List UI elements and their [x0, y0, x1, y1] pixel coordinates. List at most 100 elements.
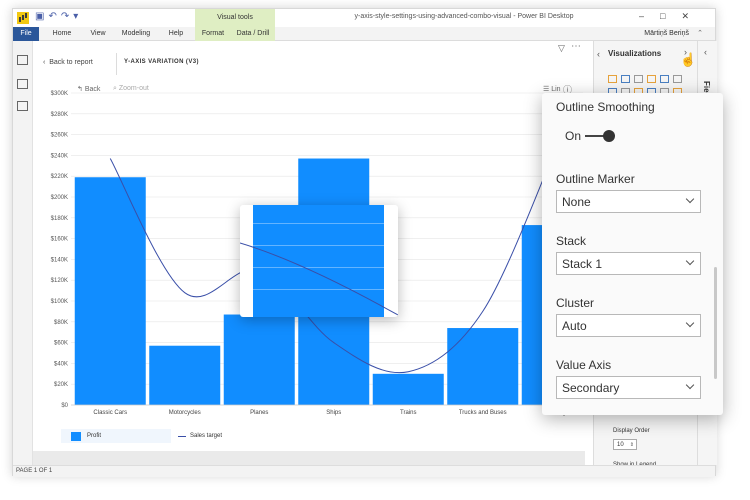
zoomed-line-path	[240, 242, 398, 316]
tab-home[interactable]: Home	[47, 27, 77, 41]
display-order-input[interactable]: 10 ⇕	[613, 439, 637, 450]
y-tick-label: $260K	[51, 133, 68, 139]
outline-marker-value: None	[562, 195, 591, 209]
view-switcher-rail	[13, 41, 33, 465]
bar-motorcycles[interactable]	[149, 345, 221, 405]
tab-modeling[interactable]: Modeling	[117, 27, 155, 41]
visualizations-title: Visualizations	[608, 49, 662, 58]
filter-icon[interactable]: ▽	[558, 43, 565, 54]
visual-title: Y-AXIS VARIATION (V3)	[124, 59, 199, 65]
visual-type-icon[interactable]	[634, 75, 643, 83]
header-divider	[116, 53, 117, 75]
more-options-icon[interactable]: ⋯	[571, 41, 581, 52]
outline-smoothing-label: Outline Smoothing	[556, 100, 655, 114]
collapse-filters-icon[interactable]: ‹	[597, 49, 600, 59]
visual-type-icon[interactable]	[608, 75, 617, 83]
value-axis-value: Secondary	[562, 381, 620, 395]
y-tick-label: $40K	[54, 361, 68, 367]
bar-trucks-and-buses[interactable]	[447, 328, 519, 405]
zoom-out-label: Zoom-out	[118, 85, 149, 92]
series-format-flyout: Outline Smoothing On Outline Marker None…	[542, 93, 723, 415]
outline-marker-label: Outline Marker	[556, 172, 635, 186]
user-name[interactable]: Mārtiņš Beriņš	[644, 27, 689, 41]
stack-value: Stack 1	[562, 257, 603, 271]
y-tick-label: $60K	[54, 341, 68, 347]
zoom-magnifier-card	[240, 205, 398, 317]
visual-type-icon[interactable]	[647, 75, 656, 83]
scale-type-label[interactable]: ☰ Lin	[543, 85, 561, 93]
bar-planes[interactable]	[223, 314, 295, 405]
tab-data-drill[interactable]: Data / Drill	[231, 27, 275, 41]
tab-view[interactable]: View	[83, 27, 113, 41]
model-view-icon[interactable]	[17, 101, 28, 111]
chevron-down-icon	[685, 194, 695, 204]
display-order-label: Display Order	[613, 428, 650, 434]
display-order-value: 10	[617, 442, 624, 448]
scale-type-text: Lin	[551, 86, 561, 93]
y-tick-label: $80K	[54, 320, 68, 326]
y-tick-label: $20K	[54, 382, 68, 388]
back-to-report-button[interactable]: ‹ Back to report	[43, 59, 93, 66]
page-indicator: PAGE 1 OF 1	[16, 468, 53, 474]
title-bar: ▣↶↷▾ Visual tools y-axis-style-settings-…	[13, 9, 715, 27]
back-to-report-label: Back to report	[49, 59, 93, 66]
chart-legend: Profit Sales target	[61, 429, 281, 445]
x-tick-label: Ships	[326, 410, 341, 416]
cluster-select[interactable]: Auto	[556, 314, 701, 337]
value-axis-select[interactable]: Secondary	[556, 376, 701, 399]
visual-type-icon[interactable]	[673, 75, 682, 83]
data-view-icon[interactable]	[17, 79, 28, 89]
legend-swatch-sales-target	[178, 436, 186, 437]
visual-type-icon[interactable]	[621, 75, 630, 83]
x-tick-label: Trains	[400, 410, 416, 416]
cluster-label: Cluster	[556, 296, 595, 310]
window-controls[interactable]: –□✕	[639, 11, 705, 22]
legend-swatch-profit	[71, 432, 81, 441]
spinner-icon[interactable]: ⇕	[630, 440, 634, 450]
drill-back-label: Back	[84, 86, 101, 93]
mouse-cursor-icon: ☝	[680, 52, 697, 67]
chevron-down-icon	[685, 318, 695, 328]
y-tick-label: $100K	[51, 299, 68, 305]
ribbon-collapse-icon[interactable]: ⌃	[697, 27, 703, 41]
expand-fields-icon[interactable]: ‹	[704, 47, 707, 57]
drill-back-button[interactable]: ↰ Back	[77, 85, 100, 93]
y-tick-label: $160K	[51, 237, 68, 243]
zoom-out-button[interactable]: ⌕ Zoom-out	[113, 85, 149, 93]
stack-label: Stack	[556, 234, 587, 248]
toggle-knob[interactable]	[603, 130, 615, 142]
y-tick-label: $140K	[51, 257, 68, 263]
y-tick-label: $200K	[51, 195, 68, 201]
window-title: y-axis-style-settings-using-advanced-com…	[354, 13, 574, 20]
x-tick-label: Motorcycles	[169, 410, 201, 416]
value-axis-label: Value Axis	[556, 358, 612, 372]
tab-format[interactable]: Format	[195, 27, 231, 41]
bar-trains[interactable]	[372, 373, 444, 405]
status-bar: PAGE 1 OF 1	[13, 465, 715, 477]
chevron-down-icon	[685, 380, 695, 390]
legend-label-sales-target[interactable]: Sales target	[190, 433, 222, 439]
outline-smoothing-toggle-label: On	[565, 129, 582, 143]
y-tick-label: $0	[61, 403, 68, 409]
y-tick-label: $120K	[51, 278, 68, 284]
outline-marker-select[interactable]: None	[556, 190, 701, 213]
report-view-icon[interactable]	[17, 55, 28, 65]
cluster-value: Auto	[562, 319, 587, 333]
y-tick-label: $300K	[51, 91, 68, 97]
y-tick-label: $280K	[51, 112, 68, 118]
x-tick-label: Trucks and Buses	[459, 410, 507, 416]
y-tick-label: $180K	[51, 216, 68, 222]
legend-label-profit: Profit	[87, 433, 102, 439]
zoomed-line	[240, 242, 398, 316]
tab-help[interactable]: Help	[161, 27, 191, 41]
tab-file[interactable]: File	[13, 27, 39, 41]
chevron-down-icon	[685, 256, 695, 266]
flyout-scrollbar[interactable]	[714, 267, 717, 379]
x-tick-label: Planes	[250, 410, 268, 416]
y-tick-label: $240K	[51, 153, 68, 159]
stack-select[interactable]: Stack 1	[556, 252, 701, 275]
ribbon-tabs: File Home View Modeling Help Format Data…	[13, 27, 715, 41]
visual-type-icon[interactable]	[660, 75, 669, 83]
y-tick-label: $220K	[51, 174, 68, 180]
x-tick-label: Classic Cars	[93, 410, 127, 416]
